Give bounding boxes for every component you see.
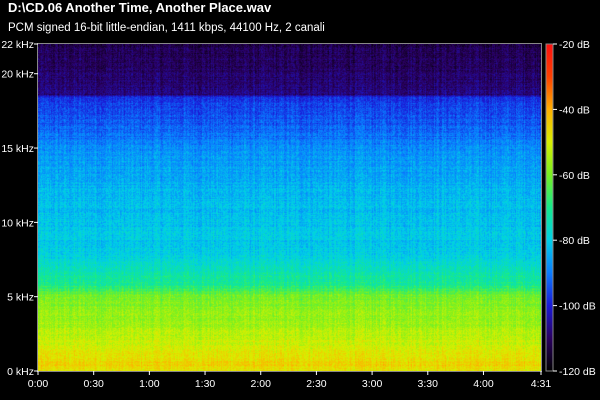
- colorbar-tick-label: -100 dB: [559, 301, 596, 313]
- colorbar-tick-label: -60 dB: [559, 170, 590, 182]
- frequency-axis: 0 kHz 5 kHz 10 kHz 15 kHz 20 kHz 22 kHz: [1, 39, 38, 378]
- x-tick-label: 3:30: [418, 378, 439, 390]
- time-axis: 0:00 0:30 1:00 1:30 2:00 2:30 3:00 3:30 4:00 4:31: [28, 371, 552, 390]
- colorbar-tick-label: -20 dB: [559, 39, 590, 51]
- x-tick-label: 1:30: [195, 378, 216, 390]
- x-tick-label: 2:30: [306, 378, 327, 390]
- spectrogram-image: [38, 44, 541, 371]
- y-tick-label: 20 kHz: [1, 69, 34, 81]
- y-tick-label: 22 kHz: [1, 39, 34, 51]
- y-tick-label: 5 kHz: [7, 292, 34, 304]
- x-tick-label: 3:00: [362, 378, 383, 390]
- x-tick-label: 0:30: [83, 378, 104, 390]
- colorbar-tick-label: -120 dB: [559, 366, 596, 378]
- y-tick-label: 10 kHz: [1, 217, 34, 229]
- colorbar: [545, 43, 554, 372]
- x-tick-label: 4:00: [473, 378, 494, 390]
- y-tick-label: 15 kHz: [1, 143, 34, 155]
- spectrogram-view: 0:00 0:30 1:00 1:30 2:00 2:30 3:00 3:30 4:00 4:31…: [1, 39, 596, 390]
- colorbar-axis: -20 dB -40 dB -60 dB -80 dB -100 dB -120 dB: [553, 39, 596, 378]
- colorbar-tick-label: -40 dB: [559, 104, 590, 116]
- x-tick-label: 1:00: [139, 378, 160, 390]
- y-tick-label: 0 kHz: [7, 366, 34, 378]
- x-tick-label: 0:00: [28, 378, 49, 390]
- x-tick-label: 2:00: [251, 378, 272, 390]
- x-tick-label: 4:31: [531, 378, 552, 390]
- colorbar-tick-label: -80 dB: [559, 235, 590, 247]
